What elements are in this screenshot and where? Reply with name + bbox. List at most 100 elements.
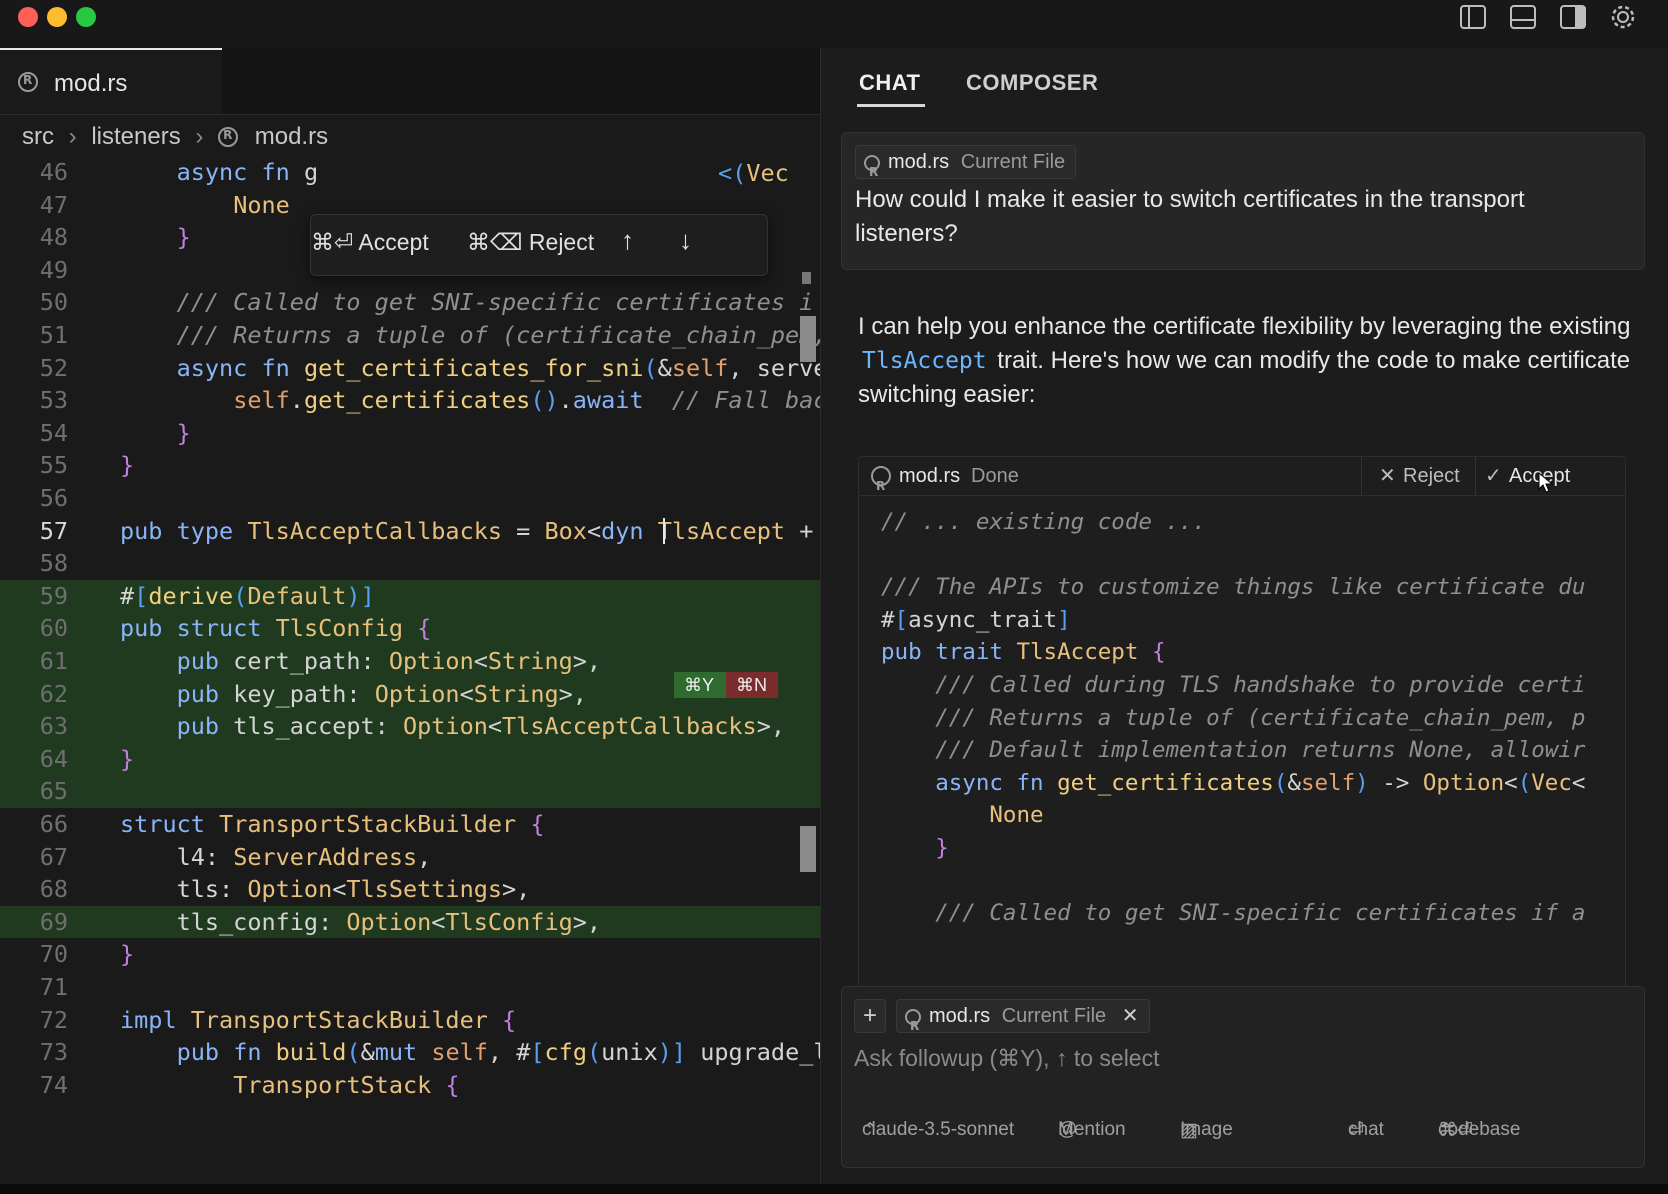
line-number: 62: [39, 679, 68, 708]
code-text: tls: Option<TlsSettings>,: [120, 875, 531, 904]
code-line[interactable]: 46 async fn g: [0, 156, 820, 189]
code-block-status: Done: [971, 465, 1019, 487]
code-line[interactable]: 69 tls_config: Option<TlsConfig>,: [0, 905, 820, 939]
reject-diff-button[interactable]: ⌘⌫ Reject: [467, 229, 594, 256]
code-line[interactable]: 60 pub struct TlsConfig {: [0, 612, 820, 645]
panel-bottom-icon[interactable]: [1508, 2, 1538, 32]
code-line[interactable]: 70}: [0, 938, 820, 971]
add-context-button[interactable]: +: [854, 999, 886, 1033]
code-line[interactable]: 51 /// Returns a tuple of (certificate_c…: [0, 319, 820, 352]
code-line: }: [935, 835, 949, 861]
sidebar-left-icon[interactable]: [1458, 2, 1488, 32]
breadcrumb-listeners[interactable]: listeners: [91, 123, 180, 151]
line-number: 71: [39, 973, 68, 1001]
code-line[interactable]: 68 tls: Option<TlsSettings>,: [0, 873, 820, 906]
close-window-button[interactable]: [18, 7, 38, 27]
code-line[interactable]: 74 TransportStack {: [0, 1069, 820, 1102]
code-line[interactable]: 57 pub type TlsAcceptCallbacks = Box<dyn …: [0, 515, 820, 548]
code-block-file[interactable]: mod.rs: [899, 457, 960, 495]
rust-file-icon: [218, 126, 239, 147]
editor-tab-mod-rs[interactable]: mod.rs: [0, 48, 222, 114]
code-line[interactable]: 72 impl TransportStackBuilder {: [0, 1004, 820, 1037]
text-cursor: [663, 517, 665, 545]
code-line: None: [989, 802, 1044, 829]
image-label: Image: [1180, 1119, 1233, 1140]
code-line[interactable]: 73 pub fn build(&mut self, #[cfg(unix)] …: [0, 1036, 820, 1069]
accept-diff-button[interactable]: ⌘⏎ Accept: [311, 229, 429, 256]
code-line[interactable]: 58: [0, 547, 820, 580]
code-line[interactable]: 67 l4: ServerAddress,: [0, 841, 820, 874]
remove-chip-icon[interactable]: ✕: [1122, 1005, 1139, 1027]
previous-change-icon[interactable]: ↑: [621, 225, 634, 256]
line-number: 49: [39, 255, 68, 284]
code-text: None: [233, 190, 290, 219]
line-number: 68: [39, 875, 68, 904]
sidebar-right-icon[interactable]: [1558, 2, 1588, 32]
code-line[interactable]: 59 #[derive(Default)]: [0, 579, 820, 613]
scrollbar-thumb[interactable]: [800, 316, 816, 362]
line-number: 53: [39, 386, 68, 415]
code-line[interactable]: 56: [0, 482, 820, 515]
next-change-icon[interactable]: ↓: [679, 225, 692, 256]
accept-hunk-button[interactable]: ⌘Y: [674, 672, 726, 698]
line-number: 74: [39, 1070, 68, 1099]
code-line[interactable]: 54 }: [0, 417, 820, 450]
suggested-code-block: mod.rs Done ✕ Reject ✓ Accept // ... exi…: [858, 456, 1626, 1018]
code-line[interactable]: 53 self.get_certificates().await // Fall…: [0, 384, 820, 417]
breadcrumb-file[interactable]: mod.rs: [255, 123, 328, 151]
tab-composer[interactable]: COMPOSER: [966, 70, 1098, 96]
active-tab-indicator: [857, 104, 925, 107]
code-text: tls_config: Option<TlsConfig>,: [120, 907, 602, 936]
line-number: 67: [39, 842, 68, 871]
code-area[interactable]: 46 async fn g 47 None 48 } 49 50 /// Called …: [0, 156, 820, 1184]
code-text: pub cert_path: Option<String>,: [176, 647, 602, 675]
line-number: 69: [39, 907, 68, 936]
line-number: 60: [39, 614, 68, 643]
line-number: 54: [39, 418, 68, 447]
code-line[interactable]: 65: [0, 775, 820, 808]
code-line[interactable]: 55}: [0, 449, 820, 482]
line-number: 65: [39, 777, 68, 806]
rust-file-icon: [905, 1008, 921, 1042]
assistant-message-text: I can help you enhance the certificate f…: [858, 310, 1638, 412]
chip-file-name: mod.rs: [929, 1005, 991, 1027]
rust-file-icon: [18, 72, 38, 92]
chevron-right-icon: ›: [68, 122, 77, 150]
code-line[interactable]: 50 /// Called to get SNI-specific certif…: [0, 286, 820, 319]
code-line[interactable]: 66 struct TransportStackBuilder {: [0, 808, 820, 841]
code-block-body[interactable]: // ... existing code ... /// The APIs to …: [859, 497, 1625, 1017]
minimize-window-button[interactable]: [47, 7, 67, 27]
code-editor: mod.rs src › listeners › mod.rs 46 async…: [0, 48, 821, 1184]
chip-tag: Current File: [960, 151, 1066, 173]
code-text: <(Vec: [718, 159, 789, 187]
breadcrumb-src[interactable]: src: [22, 123, 54, 151]
chip-file-name: mod.rs: [888, 151, 950, 173]
code-text: }: [176, 418, 191, 447]
reject-hunk-button[interactable]: ⌘N: [726, 672, 778, 698]
code-text: impl TransportStackBuilder {: [120, 1005, 517, 1034]
code-line: // ... existing code ...: [881, 509, 1207, 535]
rust-file-icon: [864, 154, 880, 188]
zoom-window-button[interactable]: [76, 7, 96, 27]
code-line[interactable]: 64}: [0, 742, 820, 776]
response-text: I can help you enhance the certificate f…: [858, 313, 1631, 340]
reject-code-button[interactable]: Reject: [1403, 457, 1460, 495]
context-file-chip[interactable]: mod.rs Current File: [855, 145, 1077, 188]
code-line[interactable]: 71: [0, 971, 820, 1004]
code-line[interactable]: 52 async fn get_certificates_for_sni(&se…: [0, 352, 820, 385]
line-number: 46: [39, 158, 68, 186]
line-number: 72: [39, 1005, 68, 1034]
code-line[interactable]: 63 pub tls_accept: Option<TlsAcceptCallb…: [0, 710, 820, 743]
line-number: 52: [39, 353, 68, 382]
gear-icon[interactable]: [1608, 2, 1638, 32]
context-file-chip[interactable]: mod.rs Current File ✕: [896, 999, 1150, 1042]
line-number: 59: [39, 581, 68, 610]
chat-input-field[interactable]: Ask followup (⌘Y), ↑ to select: [854, 1045, 1160, 1072]
code-line: /// The APIs to customize things like ce…: [881, 574, 1586, 601]
inline-code-ref: TlsAccept: [862, 348, 987, 374]
code-text: }: [120, 744, 135, 773]
code-line: #[async_trait]: [881, 606, 1071, 633]
chevron-right-icon: ›: [195, 122, 204, 150]
mouse-cursor-icon: [1538, 471, 1554, 493]
tab-chat[interactable]: CHAT: [859, 70, 920, 96]
